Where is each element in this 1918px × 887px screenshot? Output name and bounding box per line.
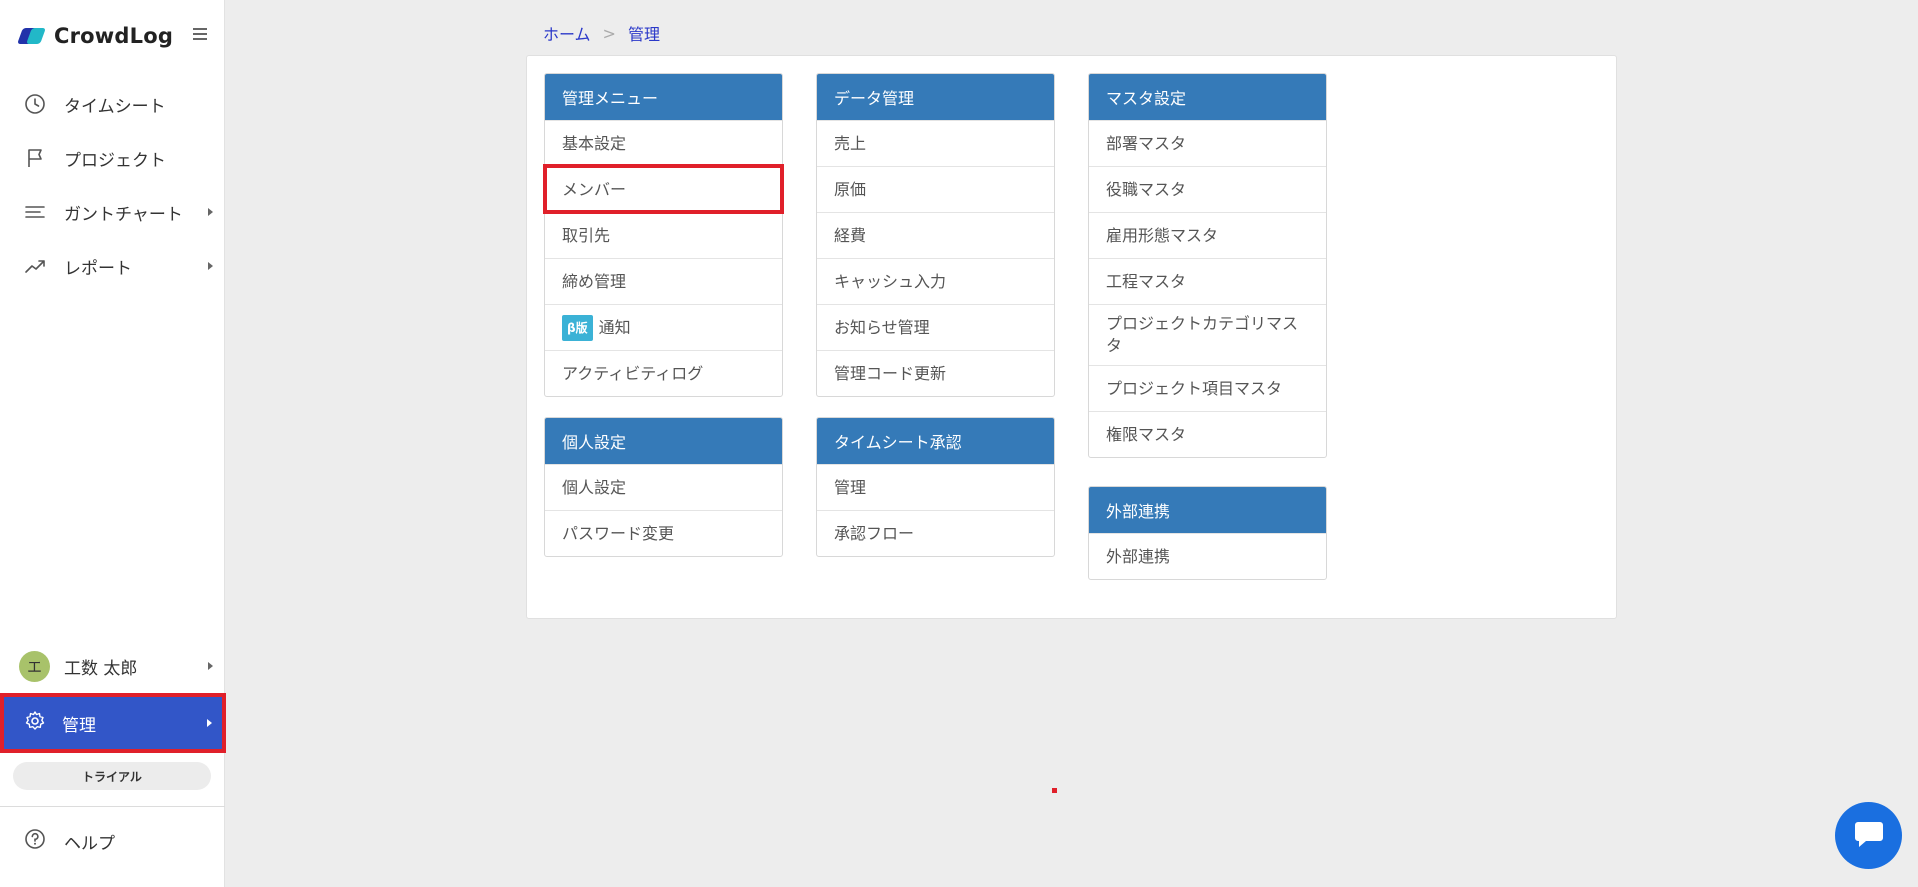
menu-item-closing[interactable]: 締め管理 — [545, 258, 782, 304]
chevron-right-icon — [208, 262, 213, 270]
card-admin-menu: 管理メニュー 基本設定 メンバー 取引先 締め管理 β版 通知 アクティビティロ… — [543, 73, 784, 397]
chat-button[interactable] — [1835, 802, 1902, 869]
menu-item-sales[interactable]: 売上 — [817, 120, 1054, 166]
user-name: 工数 太郎 — [64, 658, 138, 679]
chat-bubble-icon — [1852, 818, 1886, 854]
menu-item-notifications[interactable]: β版 通知 — [545, 304, 782, 350]
menu-item-permission-master[interactable]: 権限マスタ — [1089, 411, 1326, 457]
menu-item-position-master[interactable]: 役職マスタ — [1089, 166, 1326, 212]
sidebar-item-admin[interactable]: 管理 — [0, 693, 226, 753]
sidebar-nav: タイムシート プロジェクト ガントチャート レポート — [0, 77, 225, 293]
menu-item-basic-settings[interactable]: 基本設定 — [545, 120, 782, 166]
menu-item-members[interactable]: メンバー — [543, 164, 784, 214]
sidebar-user[interactable]: エ 工数 太郎 — [0, 639, 225, 693]
sidebar-item-label: レポート — [64, 258, 132, 279]
beta-badge: β版 — [562, 314, 593, 341]
help-icon — [24, 828, 46, 854]
card-personal-settings: 個人設定 個人設定 パスワード変更 — [544, 417, 783, 557]
hamburger-menu-icon[interactable] — [193, 28, 207, 43]
cursor-marker — [1052, 788, 1057, 793]
crowdlog-logo-icon — [17, 25, 46, 47]
menu-item-code-update[interactable]: 管理コード更新 — [817, 350, 1054, 396]
sidebar-item-label: プロジェクト — [64, 150, 166, 171]
sidebar-item-project[interactable]: プロジェクト — [0, 131, 225, 185]
menu-item-cash-input[interactable]: キャッシュ入力 — [817, 258, 1054, 304]
chevron-right-icon — [208, 662, 213, 670]
menu-item-cost[interactable]: 原価 — [817, 166, 1054, 212]
menu-item-expenses[interactable]: 経費 — [817, 212, 1054, 258]
card-header: タイムシート承認 — [817, 418, 1054, 464]
flag-icon — [24, 147, 46, 169]
menu-item-clients[interactable]: 取引先 — [545, 212, 782, 258]
card-external-integration: 外部連携 外部連携 — [1088, 486, 1327, 580]
list-icon — [24, 201, 46, 223]
avatar: エ — [19, 650, 50, 682]
menu-item-label: 通知 — [598, 317, 631, 337]
card-header: マスタ設定 — [1089, 74, 1326, 120]
menu-item-approval-flow[interactable]: 承認フロー — [817, 510, 1054, 556]
app-logo[interactable]: CrowdLog — [17, 24, 174, 48]
sidebar-item-help[interactable]: ヘルプ — [0, 814, 225, 868]
sidebar-item-label: 管理 — [62, 715, 96, 736]
admin-panel: 管理メニュー 基本設定 メンバー 取引先 締め管理 β版 通知 アクティビティロ… — [526, 55, 1617, 619]
menu-item-employment-master[interactable]: 雇用形態マスタ — [1089, 212, 1326, 258]
chevron-right-icon — [208, 208, 213, 216]
breadcrumb-separator: > — [602, 23, 616, 43]
card-data-management: データ管理 売上 原価 経費 キャッシュ入力 お知らせ管理 管理コード更新 — [816, 73, 1055, 397]
card-master-settings: マスタ設定 部署マスタ 役職マスタ 雇用形態マスタ 工程マスタ プロジェクトカテ… — [1088, 73, 1327, 458]
sidebar-item-report[interactable]: レポート — [0, 239, 225, 293]
breadcrumb-current[interactable]: 管理 — [628, 21, 660, 45]
menu-item-process-master[interactable]: 工程マスタ — [1089, 258, 1326, 304]
sidebar-item-label: ヘルプ — [64, 833, 115, 854]
menu-item-personal-settings[interactable]: 個人設定 — [545, 464, 782, 510]
gear-icon — [24, 710, 46, 736]
card-timesheet-approval: タイムシート承認 管理 承認フロー — [816, 417, 1055, 557]
chevron-right-icon — [207, 719, 212, 727]
menu-item-approval-manage[interactable]: 管理 — [817, 464, 1054, 510]
breadcrumb-home-link[interactable]: ホーム — [543, 21, 591, 45]
menu-item-password-change[interactable]: パスワード変更 — [545, 510, 782, 556]
menu-item-project-field-master[interactable]: プロジェクト項目マスタ — [1089, 365, 1326, 411]
menu-item-announcements[interactable]: お知らせ管理 — [817, 304, 1054, 350]
trial-badge: トライアル — [13, 762, 211, 790]
sidebar: CrowdLog タイムシート プロジェクト ガントチャート レポート エ 工数… — [0, 0, 226, 887]
menu-item-external-integration[interactable]: 外部連携 — [1089, 533, 1326, 579]
trend-up-icon — [24, 255, 46, 277]
breadcrumb: ホーム > 管理 — [543, 21, 660, 45]
card-header: 外部連携 — [1089, 487, 1326, 533]
sidebar-item-label: タイムシート — [64, 96, 166, 117]
divider — [0, 806, 225, 807]
card-header: 個人設定 — [545, 418, 782, 464]
sidebar-item-timesheet[interactable]: タイムシート — [0, 77, 225, 131]
card-header: データ管理 — [817, 74, 1054, 120]
sidebar-item-gantt[interactable]: ガントチャート — [0, 185, 225, 239]
card-header: 管理メニュー — [545, 74, 782, 120]
menu-item-project-category-master[interactable]: プロジェクトカテゴリマスタ — [1089, 304, 1326, 365]
clock-icon — [24, 93, 46, 115]
menu-item-department-master[interactable]: 部署マスタ — [1089, 120, 1326, 166]
menu-item-activity-log[interactable]: アクティビティログ — [545, 350, 782, 396]
sidebar-item-label: ガントチャート — [64, 204, 183, 225]
app-name: CrowdLog — [54, 24, 174, 48]
